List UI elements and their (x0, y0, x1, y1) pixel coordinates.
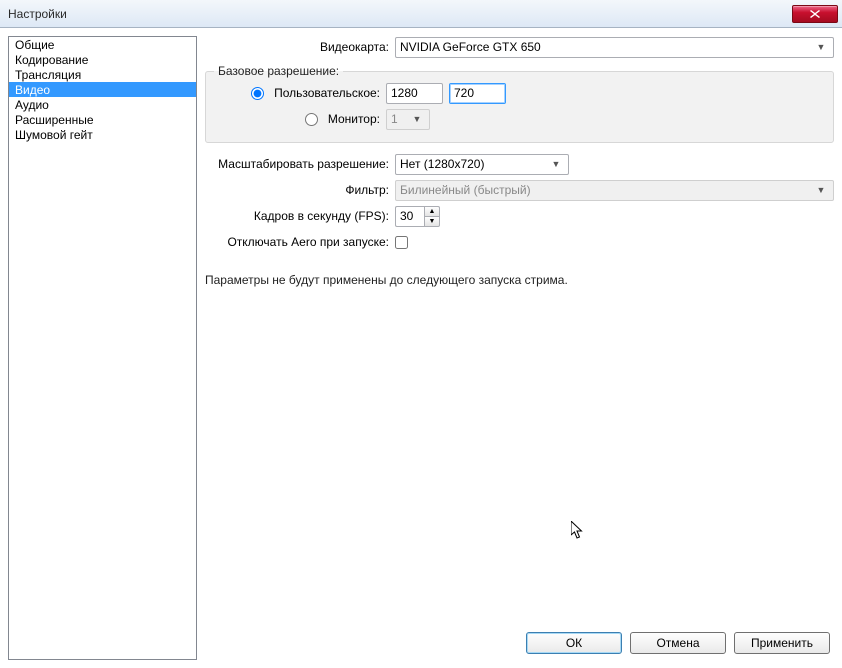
custom-resolution-radio-input[interactable] (251, 87, 264, 100)
sidebar-item-noise-gate[interactable]: Шумовой гейт (9, 127, 196, 142)
apply-button[interactable]: Применить (734, 632, 830, 654)
monitor-value: 1 (391, 112, 409, 126)
chevron-down-icon: ▼ (548, 155, 564, 174)
fps-spin-up[interactable]: ▲ (424, 206, 440, 216)
ok-button[interactable]: ОК (526, 632, 622, 654)
chevron-down-icon: ▼ (813, 181, 829, 200)
scale-resolution-select[interactable]: Нет (1280x720) ▼ (395, 154, 569, 175)
chevron-down-icon: ▼ (813, 38, 829, 57)
fps-spinner[interactable]: ▲ ▼ (395, 206, 440, 227)
scale-resolution-label: Масштабировать разрешение: (205, 157, 395, 171)
monitor-radio-input[interactable] (305, 113, 318, 126)
filter-value: Билинейный (быстрый) (400, 183, 813, 197)
content-panel: Видеокарта: NVIDIA GeForce GTX 650 ▼ Баз… (201, 28, 842, 668)
fps-label: Кадров в секунду (FPS): (205, 209, 395, 223)
fps-input[interactable] (395, 206, 424, 227)
video-card-value: NVIDIA GeForce GTX 650 (400, 40, 813, 54)
disable-aero-checkbox[interactable] (395, 236, 408, 249)
title-bar: Настройки (0, 0, 842, 28)
filter-label: Фильтр: (205, 183, 395, 197)
sidebar-item-audio[interactable]: Аудио (9, 97, 196, 112)
base-resolution-group: Базовое разрешение: Пользовательское: (205, 64, 834, 143)
sidebar-item-broadcast[interactable]: Трансляция (9, 67, 196, 82)
sidebar-item-general[interactable]: Общие (9, 37, 196, 52)
custom-resolution-radio-label: Пользовательское: (274, 86, 380, 100)
fps-spin-down[interactable]: ▼ (424, 216, 440, 227)
sidebar-item-encoding[interactable]: Кодирование (9, 52, 196, 67)
monitor-radio-label: Монитор: (328, 112, 380, 126)
restart-note: Параметры не будут применены до следующе… (205, 273, 834, 287)
scale-resolution-value: Нет (1280x720) (400, 157, 548, 171)
custom-resolution-radio[interactable]: Пользовательское: (214, 86, 380, 100)
close-button[interactable] (792, 5, 838, 23)
video-card-select[interactable]: NVIDIA GeForce GTX 650 ▼ (395, 37, 834, 58)
window-title: Настройки (8, 7, 792, 21)
filter-select: Билинейный (быстрый) ▼ (395, 180, 834, 201)
disable-aero-label: Отключать Aero при запуске: (205, 235, 395, 249)
cancel-button[interactable]: Отмена (630, 632, 726, 654)
sidebar-item-advanced[interactable]: Расширенные (9, 112, 196, 127)
custom-height-input[interactable] (449, 83, 506, 104)
sidebar: Общие Кодирование Трансляция Видео Аудио… (8, 36, 197, 660)
button-bar: ОК Отмена Применить (205, 624, 834, 660)
chevron-down-icon: ▼ (409, 110, 425, 129)
custom-width-input[interactable] (386, 83, 443, 104)
video-card-label: Видеокарта: (205, 40, 395, 54)
monitor-radio[interactable]: Монитор: (214, 112, 380, 126)
close-icon (810, 10, 820, 18)
base-resolution-legend: Базовое разрешение: (214, 64, 343, 78)
monitor-select: 1 ▼ (386, 109, 430, 130)
sidebar-item-video[interactable]: Видео (9, 82, 196, 97)
